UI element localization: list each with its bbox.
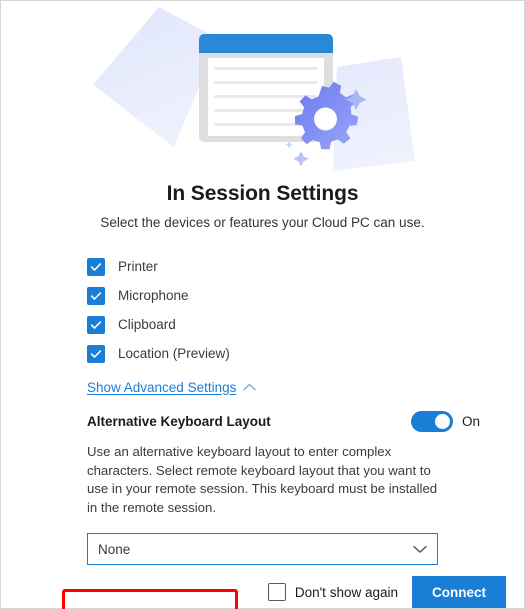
show-advanced-settings-link[interactable]: Show Advanced Settings <box>87 377 257 397</box>
check-icon <box>90 291 102 300</box>
checkbox-microphone[interactable] <box>87 286 105 305</box>
sparkle-icon <box>293 151 309 167</box>
checkbox-clipboard[interactable] <box>87 315 105 334</box>
checkbox-label-microphone: Microphone <box>118 288 189 303</box>
dont-show-again-checkbox[interactable] <box>267 583 286 601</box>
sparkle-icon <box>285 141 293 149</box>
checkbox-label-printer: Printer <box>118 259 158 274</box>
checkbox-row-location[interactable]: Location (Preview) <box>87 339 500 368</box>
checkbox-label-clipboard: Clipboard <box>118 317 176 332</box>
in-session-settings-dialog: In Session Settings Select the devices o… <box>0 0 525 609</box>
show-advanced-settings-label: Show Advanced Settings <box>87 379 237 395</box>
checkbox-row-printer[interactable]: Printer <box>87 252 500 281</box>
chevron-up-icon <box>243 383 257 391</box>
keyboard-layout-select-value: None <box>98 541 131 557</box>
dialog-footer: Don't show again Connect <box>1 565 524 609</box>
hero-illustration <box>1 1 524 176</box>
connect-button[interactable]: Connect <box>412 576 506 608</box>
check-icon <box>90 262 102 271</box>
checkbox-label-location: Location (Preview) <box>118 346 230 361</box>
dialog-subtitle: Select the devices or features your Clou… <box>100 215 425 230</box>
dialog-body: Printer Microphone Clipboard Location (P… <box>1 230 524 609</box>
dont-show-again-label: Don't show again <box>294 584 398 600</box>
settings-document-gear-illustration <box>93 7 415 171</box>
check-icon <box>90 349 102 358</box>
alternative-keyboard-layout-label: Alternative Keyboard Layout <box>87 413 271 429</box>
check-icon <box>90 320 102 329</box>
toggle-state-label: On <box>461 413 480 429</box>
checkbox-printer[interactable] <box>87 257 105 276</box>
keyboard-layout-select-wrap: None <box>87 533 438 565</box>
device-checkbox-list: Printer Microphone Clipboard Location (P… <box>25 252 500 368</box>
keyboard-layout-select[interactable]: None <box>87 533 438 565</box>
alternative-keyboard-layout-toggle[interactable] <box>410 410 453 432</box>
dont-show-again-row[interactable]: Don't show again <box>267 583 398 601</box>
toggle-group: On <box>410 410 480 432</box>
alternative-keyboard-layout-row: Alternative Keyboard Layout On <box>87 409 480 433</box>
checkbox-row-clipboard[interactable]: Clipboard <box>87 310 500 339</box>
alternative-keyboard-layout-description: Use an alternative keyboard layout to en… <box>87 444 438 515</box>
checkbox-row-microphone[interactable]: Microphone <box>87 281 500 310</box>
dialog-title: In Session Settings <box>166 182 359 205</box>
chevron-down-icon <box>413 545 427 553</box>
toggle-knob <box>434 413 450 429</box>
checkbox-location[interactable] <box>87 344 105 363</box>
